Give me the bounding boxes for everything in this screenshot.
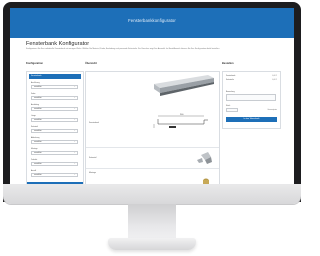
field-label-ausfuehrung: Ausführung [31,82,40,84]
order-heading: Bestellen [222,62,234,65]
select-value: auswählen [34,152,42,154]
select-abdeckung[interactable]: auswählen ⌄ [31,140,78,144]
select-montage[interactable]: auswählen ⌄ [31,151,78,155]
chevron-down-icon: ⌄ [73,86,76,89]
field-label-anzahl: Anzahl [31,170,37,172]
chevron-down-icon: ⌄ [73,163,76,166]
select-laenge[interactable]: auswählen ⌄ [31,118,78,122]
monitor-chin [3,184,301,204]
config-panel: Fensterbank Ausführung auswählen ⌄ Farbe… [26,71,84,184]
config-panel-footer [27,182,83,184]
select-ausfuehrung[interactable]: auswählen ⌄ [31,85,78,89]
select-value: auswählen [34,97,42,99]
order-row-label: Fensterbank [226,75,236,77]
side-part-image [197,152,212,164]
profile-drawing [153,115,208,128]
comment-label: Bemerkung [226,91,235,93]
preview-row-label: Fensterbank [89,122,99,124]
chevron-down-icon: ⌄ [73,108,76,111]
field-label-ausladung: Ausladung [31,104,39,106]
select-zubehoer[interactable]: auswählen ⌄ [31,162,78,166]
chevron-down-icon: ⌄ [73,119,76,122]
dimension-label: 200 [180,114,184,116]
preview-row-label: Montage [89,172,96,174]
window-title: Fensterbankkonfigurator [128,18,176,23]
select-value: auswählen [34,174,42,176]
monitor-stand-neck [128,204,176,242]
quantity-field[interactable] [226,108,238,112]
quantity-label: Stück [226,105,231,107]
order-panel: Fensterbank 0,00 € Seitenteile 0,00 € Be… [222,71,281,129]
select-anzahl[interactable]: auswählen ⌄ [31,173,78,177]
field-label-montage: Montage [31,148,38,150]
chevron-down-icon: ⌄ [73,141,76,144]
field-label-zubehoer: Zubehör [31,159,38,161]
field-label-abdeckung: Abdeckung [31,137,40,139]
order-row-value: 0,00 € [272,75,277,77]
select-value: auswählen [34,86,42,88]
chevron-down-icon: ⌄ [73,152,76,155]
window-sill-image [154,75,214,96]
intro-text: Konfigurieren Sie Ihre individuelle Fens… [26,48,220,50]
total-label: Gesamtpreis [267,109,277,111]
preview-panel: 200 Fensterbank Seitenteil Montage [85,71,220,184]
mounting-image [203,178,209,184]
select-value: auswählen [34,130,42,132]
top-bar: Fensterbankkonfigurator [10,8,294,38]
preview-row-seitenteil: Seitenteil [86,147,219,159]
preview-row-label: Seitenteil [89,157,97,159]
select-value: auswählen [34,119,42,121]
config-panel-header[interactable]: Fensterbank [29,74,81,79]
config-heading: Konfiguration [26,62,43,65]
page-title: Fensterbank Konfigurator [26,41,90,47]
chevron-down-icon: ⌄ [73,97,76,100]
monitor-stand-foot [108,238,196,250]
select-ausladung[interactable]: auswählen ⌄ [31,107,78,111]
select-value: auswählen [34,163,42,165]
add-to-cart-button[interactable]: In den Warenkorb [226,117,277,122]
field-label-laenge: Länge [31,115,36,117]
chevron-down-icon: ⌄ [73,130,76,133]
select-value: auswählen [34,141,42,143]
field-label-farbe: Farbe [31,93,36,95]
preview-row-montage: Montage [86,168,219,174]
preview-heading: Übersicht [85,62,97,65]
screen: Fensterbankkonfigurator Fensterbank Konf… [10,8,294,184]
select-farbe[interactable]: auswählen ⌄ [31,96,78,100]
field-label-seitenteil: Seitenteil [31,126,38,128]
order-row-value: 0,00 € [272,79,277,81]
comment-field[interactable] [226,94,276,101]
select-seitenteil[interactable]: auswählen ⌄ [31,129,78,133]
chevron-down-icon: ⌄ [73,174,76,177]
order-row-label: Seitenteile [226,79,234,81]
select-value: auswählen [34,108,42,110]
